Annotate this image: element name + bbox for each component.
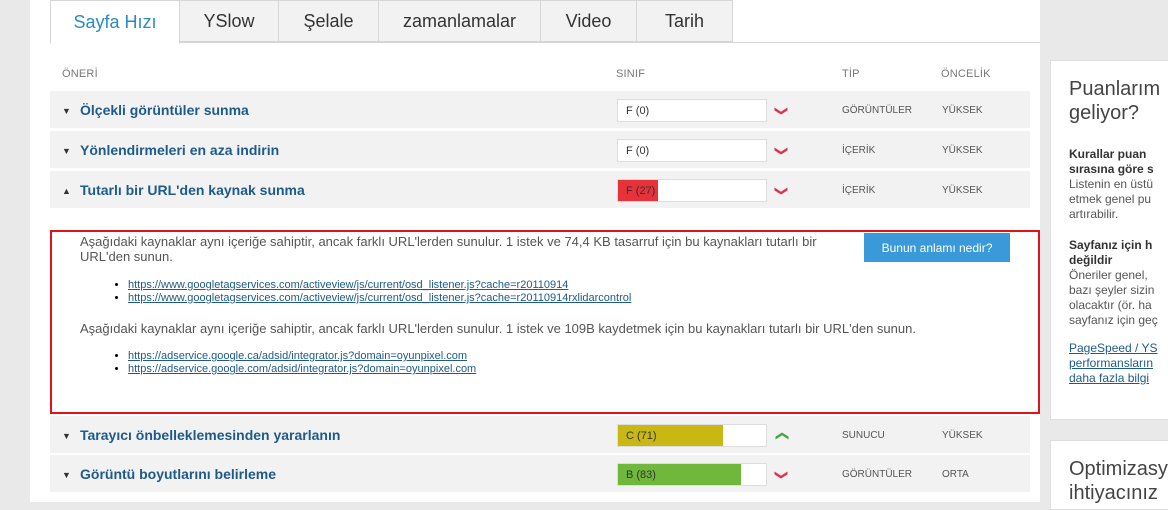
resource-link[interactable]: https://www.googletagservices.com/active…	[128, 292, 631, 304]
resource-link[interactable]: https://adservice.google.com/adsid/integ…	[128, 363, 476, 375]
row-priority: ORTA	[942, 469, 969, 480]
resource-list: https://www.googletagservices.com/active…	[128, 279, 631, 305]
resource-link[interactable]: https://adservice.google.ca/adsid/integr…	[128, 350, 467, 362]
recommendation-detail: Bunun anlamı nedir? Aşağıdaki kaynaklar …	[50, 230, 1040, 414]
row-title[interactable]: Yönlendirmeleri en aza indirin	[80, 142, 279, 158]
sidebar-heading: sırasına göre s	[1069, 162, 1154, 176]
header-recommendation: ÖNERİ	[62, 68, 98, 80]
sidebar-title: Optimizasy	[1069, 458, 1168, 480]
header-grade: SINIF	[616, 68, 646, 80]
report-panel: Sayfa Hızı YSlow Şelale zamanlamalar Vid…	[30, 0, 1040, 502]
tab-page-speed[interactable]: Sayfa Hızı	[50, 0, 180, 44]
resource-link[interactable]: https://www.googletagservices.com/active…	[128, 279, 568, 291]
row-type: İÇERİK	[842, 185, 876, 196]
sidebar-title: Puanlarım	[1069, 78, 1161, 100]
table-row[interactable]: ▼ Ölçekli görüntüler sunma F (0) ❯ GÖRÜN…	[50, 91, 1030, 129]
row-title[interactable]: Görüntü boyutlarını belirleme	[80, 466, 276, 482]
chevron-up-icon: ❯	[773, 430, 789, 442]
grade-label: F (27)	[626, 185, 656, 197]
sidebar-help-box: Puanlarım geliyor? Kurallar puan sırasın…	[1050, 60, 1168, 420]
tab-history[interactable]: Tarih	[637, 0, 733, 42]
tab-video[interactable]: Video	[541, 0, 637, 42]
row-title[interactable]: Tarayıcı önbelleklemesinden yararlanın	[80, 427, 340, 443]
grade-label: F (0)	[626, 145, 650, 157]
row-type: SUNUCU	[842, 430, 885, 441]
sidebar-heading: değildir	[1069, 253, 1113, 267]
chevron-down-icon: ❯	[774, 469, 790, 481]
sidebar-heading: Kurallar puan	[1069, 147, 1147, 161]
tab-waterfall[interactable]: Şelale	[279, 0, 379, 42]
detail-paragraph: Aşağıdaki kaynaklar aynı içeriğe sahipti…	[80, 234, 817, 264]
sidebar-text: etmek genel pu	[1069, 192, 1152, 206]
table-row[interactable]: ▼ Görüntü boyutlarını belirleme B (83) ❯…	[50, 455, 1030, 493]
sidebar-heading: Sayfanız için h	[1069, 238, 1153, 252]
collapse-triangle-icon: ▲	[62, 186, 71, 196]
tab-bar: Sayfa Hızı YSlow Şelale zamanlamalar Vid…	[50, 0, 733, 44]
row-type: GÖRÜNTÜLER	[842, 105, 913, 116]
sidebar-title: ihtiyacınız	[1069, 482, 1158, 504]
resource-list: https://adservice.google.ca/adsid/integr…	[128, 350, 476, 376]
sidebar-title: geliyor?	[1069, 102, 1140, 124]
sidebar-text: Listenin en üstü	[1069, 177, 1154, 191]
table-row[interactable]: ▼ Yönlendirmeleri en aza indirin F (0) ❯…	[50, 131, 1030, 169]
sidebar-text: artırabilir.	[1069, 207, 1119, 221]
expand-triangle-icon: ▼	[62, 146, 71, 156]
tab-timings[interactable]: zamanlamalar	[379, 0, 541, 42]
sidebar-text: Öneriler genel,	[1069, 268, 1148, 282]
tab-yslow[interactable]: YSlow	[180, 0, 279, 42]
sidebar-text: sayfanız için geç	[1069, 313, 1158, 327]
grade-bar: C (71)	[617, 424, 767, 447]
grade-bar: F (0)	[617, 99, 767, 122]
sidebar-link[interactable]: daha fazla bilgi	[1069, 371, 1168, 386]
table-row[interactable]: ▲ Tutarlı bir URL'den kaynak sunma F (27…	[50, 171, 1030, 209]
grade-label: C (71)	[626, 430, 657, 442]
row-priority: YÜKSEK	[942, 185, 983, 196]
chevron-down-icon: ❯	[774, 185, 790, 197]
grade-bar: B (83)	[617, 463, 767, 486]
grade-bar: F (0)	[617, 139, 767, 162]
grade-label: B (83)	[626, 469, 656, 481]
row-title[interactable]: Ölçekli görüntüler sunma	[80, 102, 249, 118]
sidebar-link[interactable]: PageSpeed / YS	[1069, 341, 1168, 356]
row-type: GÖRÜNTÜLER	[842, 469, 913, 480]
row-type: İÇERİK	[842, 145, 876, 156]
row-priority: YÜKSEK	[942, 105, 983, 116]
grade-bar: F (27)	[617, 179, 767, 202]
what-does-this-mean-button[interactable]: Bunun anlamı nedir?	[864, 233, 1010, 262]
sidebar-optimization-box: Optimizasy ihtiyacınız	[1050, 440, 1168, 510]
sidebar-text: bazı şeyler sizin	[1069, 283, 1155, 297]
grade-label: F (0)	[626, 105, 650, 117]
expand-triangle-icon: ▼	[62, 431, 71, 441]
chevron-down-icon: ❯	[774, 145, 790, 157]
row-title[interactable]: Tutarlı bir URL'den kaynak sunma	[80, 182, 305, 198]
sidebar-text: olacaktır (ör. ha	[1069, 298, 1152, 312]
row-priority: YÜKSEK	[942, 145, 983, 156]
table-row[interactable]: ▼ Tarayıcı önbelleklemesinden yararlanın…	[50, 416, 1030, 454]
row-priority: YÜKSEK	[942, 430, 983, 441]
chevron-down-icon: ❯	[774, 105, 790, 117]
header-type: TİP	[842, 68, 860, 80]
header-priority: ÖNCELİK	[941, 68, 991, 80]
detail-paragraph: Aşağıdaki kaynaklar aynı içeriğe sahipti…	[80, 321, 916, 336]
expand-triangle-icon: ▼	[62, 106, 71, 116]
expand-triangle-icon: ▼	[62, 470, 71, 480]
sidebar-link[interactable]: performansların	[1069, 356, 1168, 371]
